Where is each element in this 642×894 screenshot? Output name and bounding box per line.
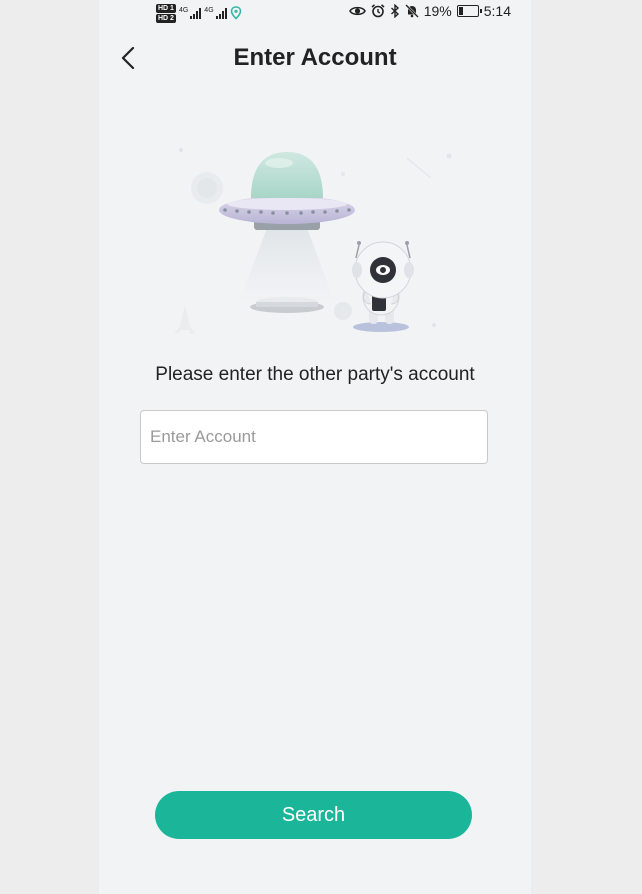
network-type-2: 4G — [204, 7, 214, 14]
location-icon — [230, 6, 241, 20]
rocket-icon — [174, 305, 196, 334]
eye-icon — [348, 6, 366, 16]
hd-indicator-2: HD 2 — [156, 13, 176, 23]
search-button[interactable]: Search — [155, 791, 472, 839]
alarm-icon — [371, 4, 385, 18]
status-bar-right: 19% 5:14 — [348, 3, 511, 19]
hd-indicators: HD 1 HD 2 — [156, 3, 176, 23]
header: Enter Account — [99, 38, 531, 78]
battery-icon — [456, 5, 482, 17]
status-time: 5:14 — [483, 3, 511, 19]
bluetooth-icon — [390, 4, 399, 18]
network-type-1: 4G — [178, 7, 189, 14]
page-title: Enter Account — [233, 44, 397, 71]
ufo-robot-illustration — [174, 148, 452, 334]
status-bar-left: HD 1 HD 2 4G 4G — [156, 1, 242, 25]
app-screen: HD 1 HD 2 4G 4G 19% 5:14 Enter Account P… — [99, 0, 531, 894]
signal-icon-1: 4G — [178, 7, 202, 19]
prompt-text: Please enter the other party's account — [155, 364, 475, 385]
status-bar: HD 1 HD 2 4G 4G 19% 5:14 — [99, 0, 531, 26]
signal-icon-2: 4G — [204, 7, 227, 19]
mute-icon — [404, 4, 419, 18]
robot-icon — [352, 241, 414, 332]
account-input[interactable] — [140, 410, 488, 464]
hd-indicator-1: HD 1 — [156, 3, 176, 13]
battery-percent: 19% — [423, 3, 452, 19]
